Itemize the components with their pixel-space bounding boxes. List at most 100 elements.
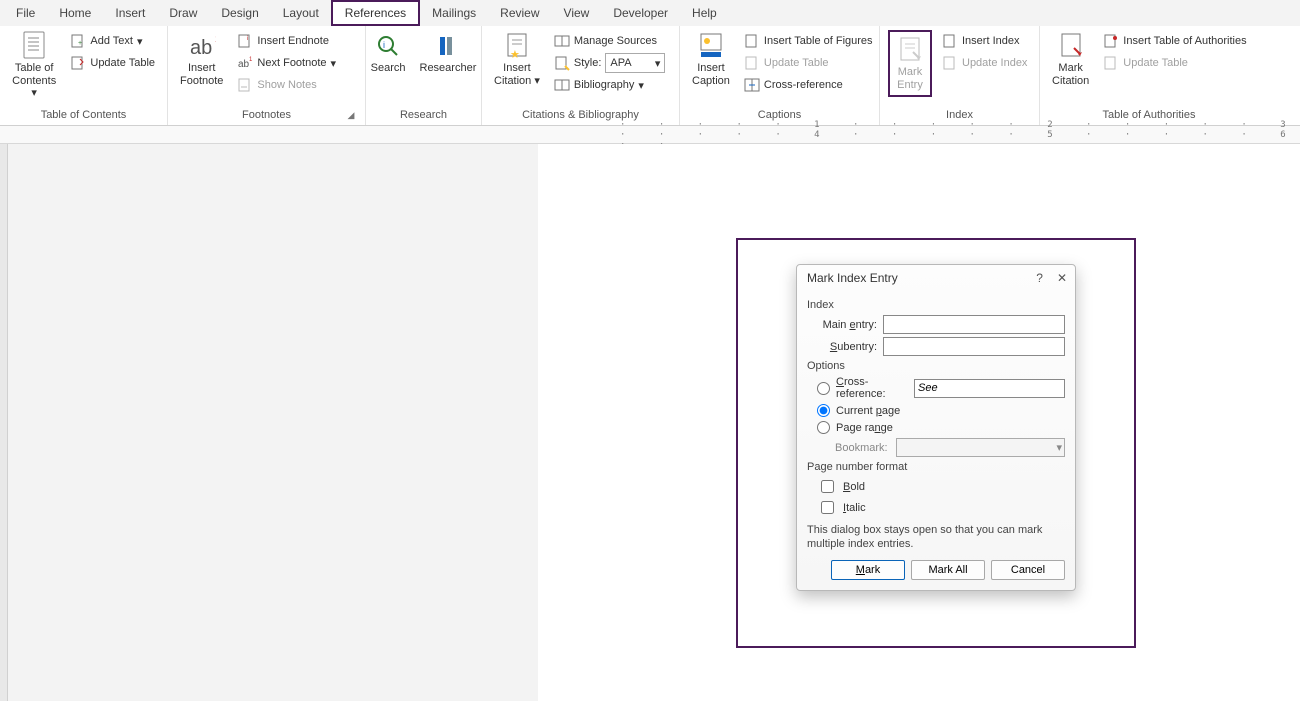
mark-button[interactable]: Mark bbox=[831, 560, 905, 580]
mark-index-entry-dialog: Mark Index Entry ? ✕ Index Main entry: S… bbox=[796, 264, 1076, 591]
section-index: Index bbox=[807, 299, 1065, 311]
toa-icon bbox=[1103, 33, 1119, 49]
document-page[interactable]: Mark Index Entry ? ✕ Index Main entry: S… bbox=[538, 144, 1300, 701]
update-icon bbox=[70, 55, 86, 71]
tab-home[interactable]: Home bbox=[47, 2, 103, 24]
svg-text:★: ★ bbox=[510, 49, 520, 60]
group-authorities: Mark Citation Insert Table of Authoritie… bbox=[1040, 26, 1258, 125]
manage-sources-icon bbox=[554, 33, 570, 49]
insert-caption-label: Insert Caption bbox=[692, 62, 730, 87]
search-label: Search bbox=[371, 62, 406, 75]
dialog-titlebar[interactable]: Mark Index Entry ? ✕ bbox=[797, 265, 1075, 291]
mark-citation-label: Mark Citation bbox=[1052, 62, 1089, 87]
researcher-icon bbox=[434, 32, 462, 60]
citation-icon: ★ bbox=[503, 32, 531, 60]
italic-checkbox[interactable] bbox=[821, 501, 834, 514]
menu-bar: File Home Insert Draw Design Layout Refe… bbox=[0, 0, 1300, 26]
mark-all-button[interactable]: Mark All bbox=[911, 560, 985, 580]
tab-review[interactable]: Review bbox=[488, 2, 551, 24]
search-button[interactable]: i Search bbox=[367, 30, 410, 77]
update-index-button[interactable]: Update Index bbox=[938, 52, 1031, 74]
group-label-research: Research bbox=[374, 107, 473, 125]
show-notes-button[interactable]: Show Notes bbox=[233, 74, 340, 96]
tab-file[interactable]: File bbox=[4, 2, 47, 24]
footnotes-dialog-launcher[interactable]: ◢ bbox=[345, 110, 357, 122]
style-selector[interactable]: Style: APA▾ bbox=[550, 52, 670, 74]
next-footnote-button[interactable]: ab1 Next Footnote ▾ bbox=[233, 52, 340, 74]
update-toc-button[interactable]: Update Table bbox=[66, 52, 159, 74]
subentry-input[interactable] bbox=[883, 337, 1065, 356]
bibliography-button[interactable]: Bibliography ▾ bbox=[550, 74, 670, 96]
toc-label: Table of Contents ▾ bbox=[12, 62, 56, 100]
group-research: i Search Researcher Research bbox=[366, 26, 482, 125]
manage-sources-button[interactable]: Manage Sources bbox=[550, 30, 670, 52]
update-captions-icon bbox=[744, 55, 760, 71]
svg-text:1: 1 bbox=[215, 34, 216, 44]
insert-endnote-button[interactable]: i Insert Endnote bbox=[233, 30, 340, 52]
tab-draw[interactable]: Draw bbox=[157, 2, 209, 24]
vertical-ruler[interactable] bbox=[0, 144, 8, 701]
insert-caption-button[interactable]: Insert Caption bbox=[688, 30, 734, 89]
cross-reference-radio[interactable] bbox=[817, 382, 830, 395]
tab-design[interactable]: Design bbox=[209, 2, 270, 24]
mark-entry-icon bbox=[896, 36, 924, 64]
tab-view[interactable]: View bbox=[552, 2, 602, 24]
group-index: Mark Entry Insert Index Update Index Ind… bbox=[880, 26, 1040, 125]
update-toa-button[interactable]: Update Table bbox=[1099, 52, 1250, 74]
caption-icon bbox=[697, 32, 725, 60]
tab-layout[interactable]: Layout bbox=[271, 2, 331, 24]
insert-tof-button[interactable]: Insert Table of Figures bbox=[740, 30, 877, 52]
crossref-icon bbox=[744, 77, 760, 93]
section-options: Options bbox=[807, 360, 1065, 372]
tab-developer[interactable]: Developer bbox=[601, 2, 680, 24]
mark-citation-icon bbox=[1057, 32, 1085, 60]
insert-index-icon bbox=[942, 33, 958, 49]
tab-help[interactable]: Help bbox=[680, 2, 729, 24]
tab-insert[interactable]: Insert bbox=[103, 2, 157, 24]
cross-reference-button[interactable]: Cross-reference bbox=[740, 74, 877, 96]
bibliography-icon bbox=[554, 77, 570, 93]
bold-label: Bold bbox=[843, 481, 865, 493]
add-text-button[interactable]: + Add Text ▾ bbox=[66, 30, 159, 52]
style-dropdown[interactable]: APA▾ bbox=[605, 53, 665, 73]
subentry-label: Subentry: bbox=[807, 341, 877, 353]
endnote-icon: i bbox=[237, 33, 253, 49]
ruler[interactable]: · · · · · 1 · · · · · 2 · · · · · 3 · · … bbox=[0, 126, 1300, 144]
italic-label: Italic bbox=[843, 502, 866, 514]
update-captions-button[interactable]: Update Table bbox=[740, 52, 877, 74]
main-entry-label: Main entry: bbox=[807, 319, 877, 331]
dialog-title-text: Mark Index Entry bbox=[807, 271, 898, 285]
group-table-of-contents: Table of Contents ▾ + Add Text ▾ Update … bbox=[0, 26, 168, 125]
insert-footnote-label: Insert Footnote bbox=[180, 62, 223, 87]
mark-entry-button[interactable]: Mark Entry bbox=[888, 30, 932, 97]
cancel-button[interactable]: Cancel bbox=[991, 560, 1065, 580]
tab-references[interactable]: References bbox=[331, 0, 420, 26]
insert-footnote-button[interactable]: ab1 Insert Footnote bbox=[176, 30, 227, 89]
bookmark-select[interactable]: ▾ bbox=[896, 438, 1065, 457]
dialog-help-button[interactable]: ? bbox=[1036, 271, 1043, 285]
svg-text:+: + bbox=[78, 40, 82, 47]
mark-entry-label: Mark Entry bbox=[897, 66, 923, 91]
table-of-contents-button[interactable]: Table of Contents ▾ bbox=[8, 30, 60, 102]
page-range-radio[interactable] bbox=[817, 421, 830, 434]
bold-checkbox[interactable] bbox=[821, 480, 834, 493]
current-page-radio[interactable] bbox=[817, 404, 830, 417]
section-page-number-format: Page number format bbox=[807, 461, 1065, 473]
tab-mailings[interactable]: Mailings bbox=[420, 2, 488, 24]
add-text-icon: + bbox=[70, 33, 86, 49]
page-margin-area bbox=[8, 144, 538, 701]
insert-toa-button[interactable]: Insert Table of Authorities bbox=[1099, 30, 1250, 52]
insert-citation-button[interactable]: ★ Insert Citation ▾ bbox=[490, 30, 544, 89]
cross-reference-input[interactable] bbox=[914, 379, 1065, 398]
dialog-close-button[interactable]: ✕ bbox=[1057, 271, 1067, 285]
svg-text:ab: ab bbox=[190, 37, 212, 59]
insert-index-button[interactable]: Insert Index bbox=[938, 30, 1031, 52]
mark-citation-button[interactable]: Mark Citation bbox=[1048, 30, 1093, 89]
group-label-citations: Citations & Bibliography bbox=[490, 107, 671, 125]
current-page-label: Current page bbox=[836, 405, 900, 417]
update-toa-icon bbox=[1103, 55, 1119, 71]
main-entry-input[interactable] bbox=[883, 315, 1065, 334]
group-label-toc: Table of Contents bbox=[8, 107, 159, 125]
insert-citation-label: Insert Citation ▾ bbox=[494, 62, 540, 87]
researcher-button[interactable]: Researcher bbox=[416, 30, 481, 77]
